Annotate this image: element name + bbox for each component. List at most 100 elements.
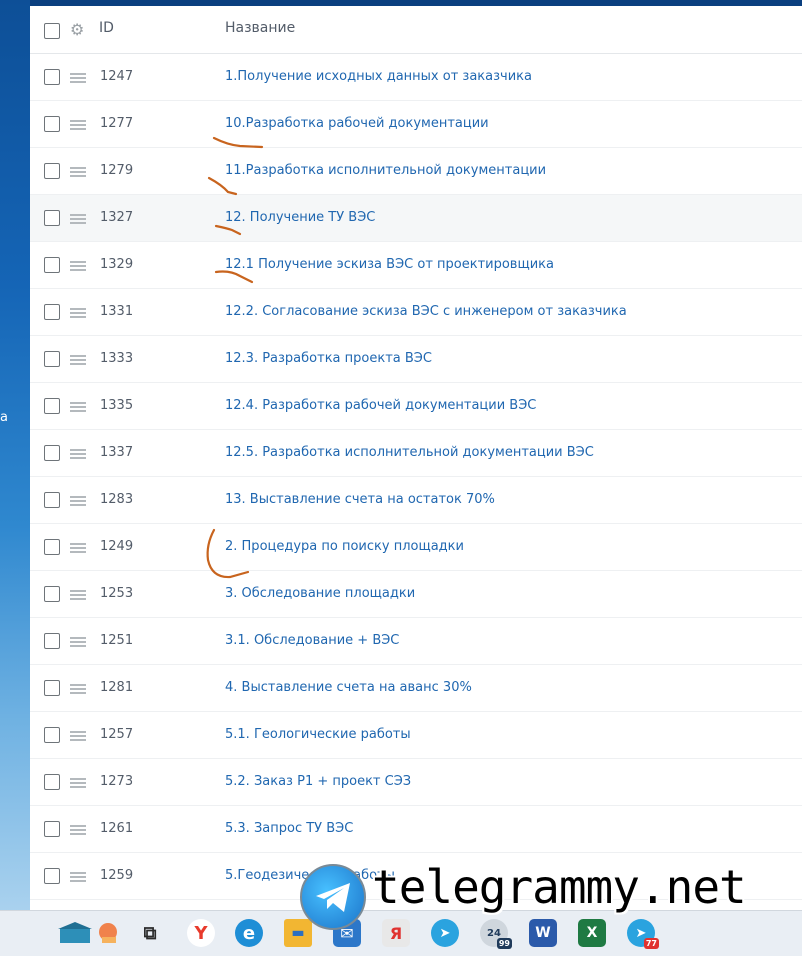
file-explorer-icon[interactable]: ▬ xyxy=(284,919,312,947)
row-checkbox[interactable] xyxy=(44,445,60,461)
drag-handle-icon[interactable] xyxy=(70,872,86,882)
row-checkbox[interactable] xyxy=(44,868,60,884)
row-checkbox[interactable] xyxy=(44,680,60,696)
yandex-icon[interactable]: Я xyxy=(382,919,410,947)
mail-icon[interactable]: ✉ xyxy=(333,919,361,947)
row-checkbox[interactable] xyxy=(44,774,60,790)
row-checkbox[interactable] xyxy=(44,116,60,132)
row-name-link[interactable]: 5.Геодезические работы xyxy=(225,868,395,883)
calendar-24-label: 24 xyxy=(487,927,501,939)
table-row[interactable]: 1251 3.1. Обследование + ВЭС xyxy=(30,618,802,665)
table-row[interactable]: 1337 12.5. Разработка исполнительной доку… xyxy=(30,430,802,477)
drag-handle-icon[interactable] xyxy=(70,825,86,835)
drag-handle-icon[interactable] xyxy=(70,543,86,553)
drag-handle-icon[interactable] xyxy=(70,261,86,271)
drag-handle-icon[interactable] xyxy=(70,402,86,412)
row-checkbox[interactable] xyxy=(44,539,60,555)
row-checkbox[interactable] xyxy=(44,257,60,273)
drag-handle-icon[interactable] xyxy=(70,731,86,741)
row-checkbox[interactable] xyxy=(44,210,60,226)
row-name-link[interactable]: 12.3. Разработка проекта ВЭС xyxy=(225,351,432,366)
table-row[interactable]: 1283 13. Выставление счета на остаток 70% xyxy=(30,477,802,524)
row-checkbox[interactable] xyxy=(44,727,60,743)
row-name-link[interactable]: 12.4. Разработка рабочей документации ВЭ… xyxy=(225,398,536,413)
row-id: 1257 xyxy=(100,727,134,742)
drag-handle-icon[interactable] xyxy=(70,120,86,130)
table-row[interactable]: 1331 12.2. Согласование эскиза ВЭС с инже… xyxy=(30,289,802,336)
row-name-link[interactable]: 11.Разработка исполнительной документаци… xyxy=(225,163,546,178)
table-row[interactable]: 1327 12. Получение ТУ ВЭС xyxy=(30,195,802,242)
drag-handle-icon[interactable] xyxy=(70,449,86,459)
yandex-browser-icon[interactable]: Y xyxy=(187,919,215,947)
drag-handle-icon[interactable] xyxy=(70,308,86,318)
table-row[interactable]: 1333 12.3. Разработка проекта ВЭС xyxy=(30,336,802,383)
drag-handle-icon[interactable] xyxy=(70,214,86,224)
drag-handle-icon[interactable] xyxy=(70,684,86,694)
row-id: 1259 xyxy=(100,868,134,883)
table-row[interactable]: 1281 4. Выставление счета на аванс 30% xyxy=(30,665,802,712)
row-name-link[interactable]: 13. Выставление счета на остаток 70% xyxy=(225,492,495,507)
row-name-link[interactable]: 12.2. Согласование эскиза ВЭС с инженеро… xyxy=(225,304,627,319)
table-row[interactable]: 1259 5.Геодезические работы xyxy=(30,853,802,900)
row-id: 1281 xyxy=(100,680,134,695)
row-name-link[interactable]: 12.1 Получение эскиза ВЭС от проектировщ… xyxy=(225,257,554,272)
table-row[interactable]: 1329 12.1 Получение эскиза ВЭС от проекти… xyxy=(30,242,802,289)
table-row[interactable]: 1279 11.Разработка исполнительной докумен… xyxy=(30,148,802,195)
row-checkbox[interactable] xyxy=(44,633,60,649)
edge-icon[interactable]: e xyxy=(235,919,263,947)
row-checkbox[interactable] xyxy=(44,304,60,320)
task-view-icon[interactable]: ⧉ xyxy=(136,919,164,947)
drag-handle-icon[interactable] xyxy=(70,73,86,83)
table-row[interactable]: 1253 3. Обследование площадки xyxy=(30,571,802,618)
excel-icon[interactable]: X xyxy=(578,919,606,947)
table-row[interactable]: 1257 5.1. Геологические работы xyxy=(30,712,802,759)
column-header-name[interactable]: Название xyxy=(225,20,295,36)
column-header-id[interactable]: ID xyxy=(99,20,114,36)
row-checkbox[interactable] xyxy=(44,586,60,602)
word-icon[interactable]: W xyxy=(529,919,557,947)
drag-handle-icon[interactable] xyxy=(70,355,86,365)
table-header: ⚙ ID Название xyxy=(30,6,802,54)
row-id: 1331 xyxy=(100,304,134,319)
row-checkbox[interactable] xyxy=(44,351,60,367)
row-name-link[interactable]: 4. Выставление счета на аванс 30% xyxy=(225,680,472,695)
table-row[interactable]: 1335 12.4. Разработка рабочей документаци… xyxy=(30,383,802,430)
row-name-link[interactable]: 2. Процедура по поиску площадки xyxy=(225,539,464,554)
row-checkbox[interactable] xyxy=(44,821,60,837)
select-all-checkbox[interactable] xyxy=(44,23,60,39)
drag-handle-icon[interactable] xyxy=(70,167,86,177)
row-name-link[interactable]: 5.2. Заказ Р1 + проект СЭЗ xyxy=(225,774,411,789)
table-row[interactable]: 1273 5.2. Заказ Р1 + проект СЭЗ xyxy=(30,759,802,806)
row-id: 1277 xyxy=(100,116,134,131)
weather-widget-icon[interactable] xyxy=(54,919,124,947)
table-row[interactable]: 1277 10.Разработка рабочей документации xyxy=(30,101,802,148)
row-name-link[interactable]: 3. Обследование площадки xyxy=(225,586,415,601)
row-checkbox[interactable] xyxy=(44,492,60,508)
row-name-link[interactable]: 1.Получение исходных данных от заказчика xyxy=(225,69,532,84)
row-name-link[interactable]: 5.1. Геологические работы xyxy=(225,727,411,742)
row-checkbox[interactable] xyxy=(44,398,60,414)
row-name-link[interactable]: 3.1. Обследование + ВЭС xyxy=(225,633,399,648)
row-id: 1333 xyxy=(100,351,134,366)
drag-handle-icon[interactable] xyxy=(70,778,86,788)
row-name-link[interactable]: 12. Получение ТУ ВЭС xyxy=(225,210,375,225)
row-id: 1327 xyxy=(100,210,134,225)
table-row[interactable]: 1261 5.3. Запрос ТУ ВЭС xyxy=(30,806,802,853)
row-id: 1247 xyxy=(100,69,134,84)
row-id: 1253 xyxy=(100,586,134,601)
table-row[interactable]: 1247 1.Получение исходных данных от заказ… xyxy=(30,54,802,101)
gear-icon[interactable]: ⚙ xyxy=(70,20,84,39)
calendar-24-icon[interactable]: 24 99 xyxy=(480,919,512,949)
row-name-link[interactable]: 10.Разработка рабочей документации xyxy=(225,116,489,131)
table-row[interactable]: 1249 2. Процедура по поиску площадки xyxy=(30,524,802,571)
drag-handle-icon[interactable] xyxy=(70,590,86,600)
row-checkbox[interactable] xyxy=(44,163,60,179)
row-name-link[interactable]: 12.5. Разработка исполнительной документ… xyxy=(225,445,594,460)
row-id: 1273 xyxy=(100,774,134,789)
telegram-badge-icon[interactable]: ➤ 77 xyxy=(627,919,659,949)
telegram-icon[interactable]: ➤ xyxy=(431,919,459,947)
drag-handle-icon[interactable] xyxy=(70,496,86,506)
row-checkbox[interactable] xyxy=(44,69,60,85)
row-name-link[interactable]: 5.3. Запрос ТУ ВЭС xyxy=(225,821,353,836)
drag-handle-icon[interactable] xyxy=(70,637,86,647)
